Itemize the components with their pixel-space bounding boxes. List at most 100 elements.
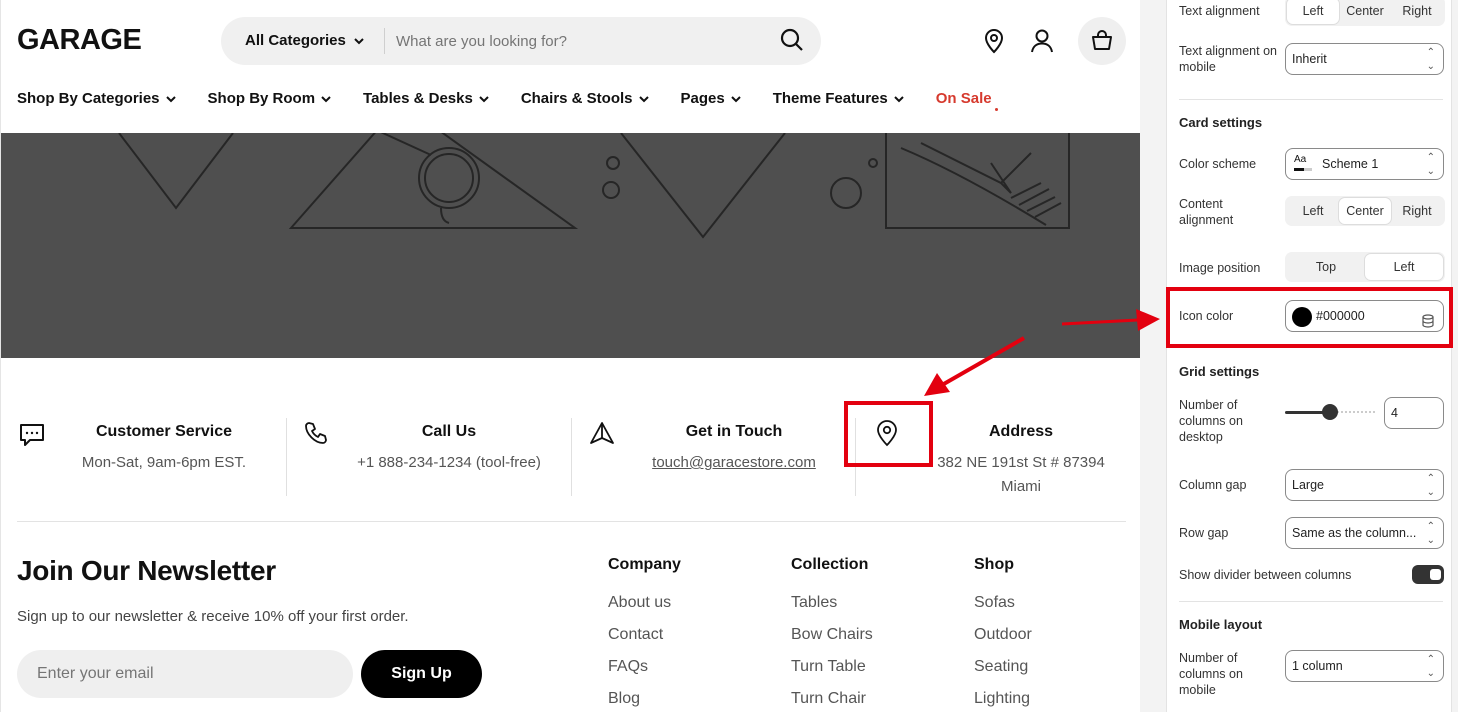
newsletter-email-input[interactable] bbox=[17, 650, 353, 698]
column-gap-select[interactable]: Large ⌃ ⌄ bbox=[1285, 469, 1444, 501]
footer-col-company: Company About us Contact FAQs Blog bbox=[608, 556, 681, 712]
chevron-down-icon bbox=[638, 95, 649, 106]
feature-get-in-touch: Get in Touch touch@garacestore.com bbox=[587, 415, 881, 495]
chevron-up-down-icon: ⌃ ⌄ bbox=[1426, 47, 1435, 72]
search-icon[interactable] bbox=[779, 27, 807, 55]
footer-link[interactable]: FAQs bbox=[608, 658, 681, 690]
main-nav: Shop By Categories Shop By Room Tables &… bbox=[17, 90, 1030, 114]
footer-link[interactable]: Outdoor bbox=[974, 626, 1032, 658]
input-value: 4 bbox=[1391, 406, 1398, 420]
sale-dot bbox=[994, 108, 998, 111]
section-divider bbox=[17, 521, 1126, 522]
chevron-down-icon bbox=[730, 95, 741, 106]
column-gap-label: Column gap bbox=[1179, 478, 1247, 492]
toggle-knob bbox=[1430, 569, 1441, 580]
store-logo[interactable]: GARAGE bbox=[17, 24, 142, 57]
nav-tables-desks[interactable]: Tables & Desks bbox=[363, 90, 489, 114]
search-divider bbox=[384, 28, 385, 54]
columns-mobile-label: Number of columns on mobile bbox=[1179, 651, 1243, 697]
show-divider-toggle[interactable] bbox=[1412, 565, 1444, 584]
text-alignment-segmented: Left Center Right bbox=[1285, 0, 1445, 26]
nav-shop-by-room[interactable]: Shop By Room bbox=[208, 90, 332, 114]
feature-email-link[interactable]: touch@garacestore.com bbox=[587, 451, 881, 475]
account-icon[interactable] bbox=[1030, 28, 1054, 59]
feature-divider bbox=[571, 418, 572, 496]
nav-label: On Sale bbox=[935, 90, 992, 107]
text-alignment-mobile-label: Text alignment on mobile bbox=[1179, 44, 1277, 74]
content-align-right-option[interactable]: Right bbox=[1391, 198, 1443, 224]
cart-button[interactable] bbox=[1078, 17, 1126, 65]
slider-thumb[interactable] bbox=[1322, 404, 1338, 420]
card-settings-heading: Card settings bbox=[1179, 115, 1263, 130]
nav-label: Pages bbox=[680, 90, 725, 107]
footer-link[interactable]: Blog bbox=[608, 690, 681, 712]
image-position-segmented: Top Left bbox=[1285, 252, 1445, 282]
annotation-box-icon-color bbox=[1166, 287, 1453, 348]
line-art-illustration bbox=[118, 133, 1070, 239]
nav-label: Shop By Categories bbox=[17, 90, 160, 107]
nav-chairs-stools[interactable]: Chairs & Stools bbox=[521, 90, 649, 114]
footer-link[interactable]: Contact bbox=[608, 626, 681, 658]
search-bar: All Categories bbox=[221, 17, 821, 65]
annotation-box-map-pin bbox=[844, 401, 933, 467]
footer-heading: Collection bbox=[791, 556, 869, 573]
image-position-label: Image position bbox=[1179, 261, 1261, 275]
chevron-up-down-icon: ⌃ ⌄ bbox=[1426, 473, 1435, 498]
nav-label: Shop By Room bbox=[207, 90, 316, 107]
nav-shop-by-categories[interactable]: Shop By Categories bbox=[17, 90, 176, 114]
row-gap-label: Row gap bbox=[1179, 526, 1229, 540]
location-icon[interactable] bbox=[982, 28, 1006, 59]
category-dropdown[interactable]: All Categories bbox=[245, 32, 364, 49]
columns-mobile-select[interactable]: 1 column ⌃ ⌄ bbox=[1285, 650, 1444, 682]
select-value: Large bbox=[1292, 478, 1324, 492]
chevron-up-down-icon: ⌃ ⌄ bbox=[1426, 654, 1435, 679]
image-position-top-option[interactable]: Top bbox=[1287, 254, 1365, 280]
feature-customer-service: Customer Service Mon-Sat, 9am-6pm EST. bbox=[17, 415, 311, 495]
columns-desktop-input[interactable]: 4 bbox=[1384, 397, 1444, 429]
text-align-right-option[interactable]: Right bbox=[1391, 0, 1443, 24]
select-value: Scheme 1 bbox=[1322, 157, 1379, 171]
nav-theme-features[interactable]: Theme Features bbox=[773, 90, 904, 114]
feature-subtitle: Mon-Sat, 9am-6pm EST. bbox=[81, 454, 247, 471]
newsletter-subtitle: Sign up to our newsletter & receive 10% … bbox=[17, 608, 409, 625]
chevron-down-icon bbox=[354, 36, 364, 48]
feature-subtitle: +1 888-234-1234 (tool-free) bbox=[357, 454, 541, 471]
signup-button[interactable]: Sign Up bbox=[361, 650, 482, 698]
text-alignment-mobile-select[interactable]: Inherit ⌃ ⌄ bbox=[1285, 43, 1444, 75]
footer-link[interactable]: Bow Chairs bbox=[791, 626, 873, 658]
storefront-preview: GARAGE All Categories Shop By Categories… bbox=[0, 0, 1140, 712]
text-alignment-label: Text alignment bbox=[1179, 4, 1260, 18]
footer-link[interactable]: Turn Chair bbox=[791, 690, 873, 712]
image-position-left-option[interactable]: Left bbox=[1365, 254, 1443, 280]
color-scheme-select[interactable]: Aa Scheme 1 ⌃ ⌄ bbox=[1285, 148, 1444, 180]
chevron-down-icon bbox=[321, 95, 331, 106]
hero-banner-image bbox=[1, 133, 1140, 358]
theme-settings-panel: Text alignment Left Center Right Text al… bbox=[1140, 0, 1458, 712]
content-alignment-segmented: Left Center Right bbox=[1285, 196, 1445, 226]
settings-panel-content: Text alignment Left Center Right Text al… bbox=[1166, 0, 1452, 712]
content-align-center-option[interactable]: Center bbox=[1339, 198, 1391, 224]
content-alignment-label: Content alignment bbox=[1179, 197, 1234, 227]
footer-link[interactable]: Turn Table bbox=[791, 658, 873, 690]
text-align-left-option[interactable]: Left bbox=[1287, 0, 1339, 24]
row-gap-select[interactable]: Same as the column... ⌃ ⌄ bbox=[1285, 517, 1444, 549]
nav-label: Chairs & Stools bbox=[520, 90, 633, 107]
color-scheme-label: Color scheme bbox=[1179, 157, 1257, 171]
content-align-left-option[interactable]: Left bbox=[1287, 198, 1339, 224]
footer-col-shop: Shop Sofas Outdoor Seating Lighting bbox=[974, 556, 1032, 712]
footer-link[interactable]: Tables bbox=[791, 594, 873, 626]
text-align-center-option[interactable]: Center bbox=[1339, 0, 1391, 24]
search-input[interactable] bbox=[396, 26, 776, 56]
footer-link[interactable]: Lighting bbox=[974, 690, 1032, 712]
footer-col-collection: Collection Tables Bow Chairs Turn Table … bbox=[791, 556, 873, 712]
footer-heading: Shop bbox=[974, 556, 1014, 573]
nav-pages[interactable]: Pages bbox=[681, 90, 741, 114]
select-value: Same as the column... bbox=[1292, 526, 1417, 540]
footer-link[interactable]: Seating bbox=[974, 658, 1032, 690]
columns-desktop-slider[interactable] bbox=[1285, 404, 1375, 420]
footer-link[interactable]: About us bbox=[608, 594, 681, 626]
nav-on-sale[interactable]: On Sale bbox=[936, 90, 998, 114]
feature-title: Call Us bbox=[421, 423, 477, 440]
footer-link[interactable]: Sofas bbox=[974, 594, 1032, 626]
chevron-down-icon bbox=[479, 95, 489, 106]
